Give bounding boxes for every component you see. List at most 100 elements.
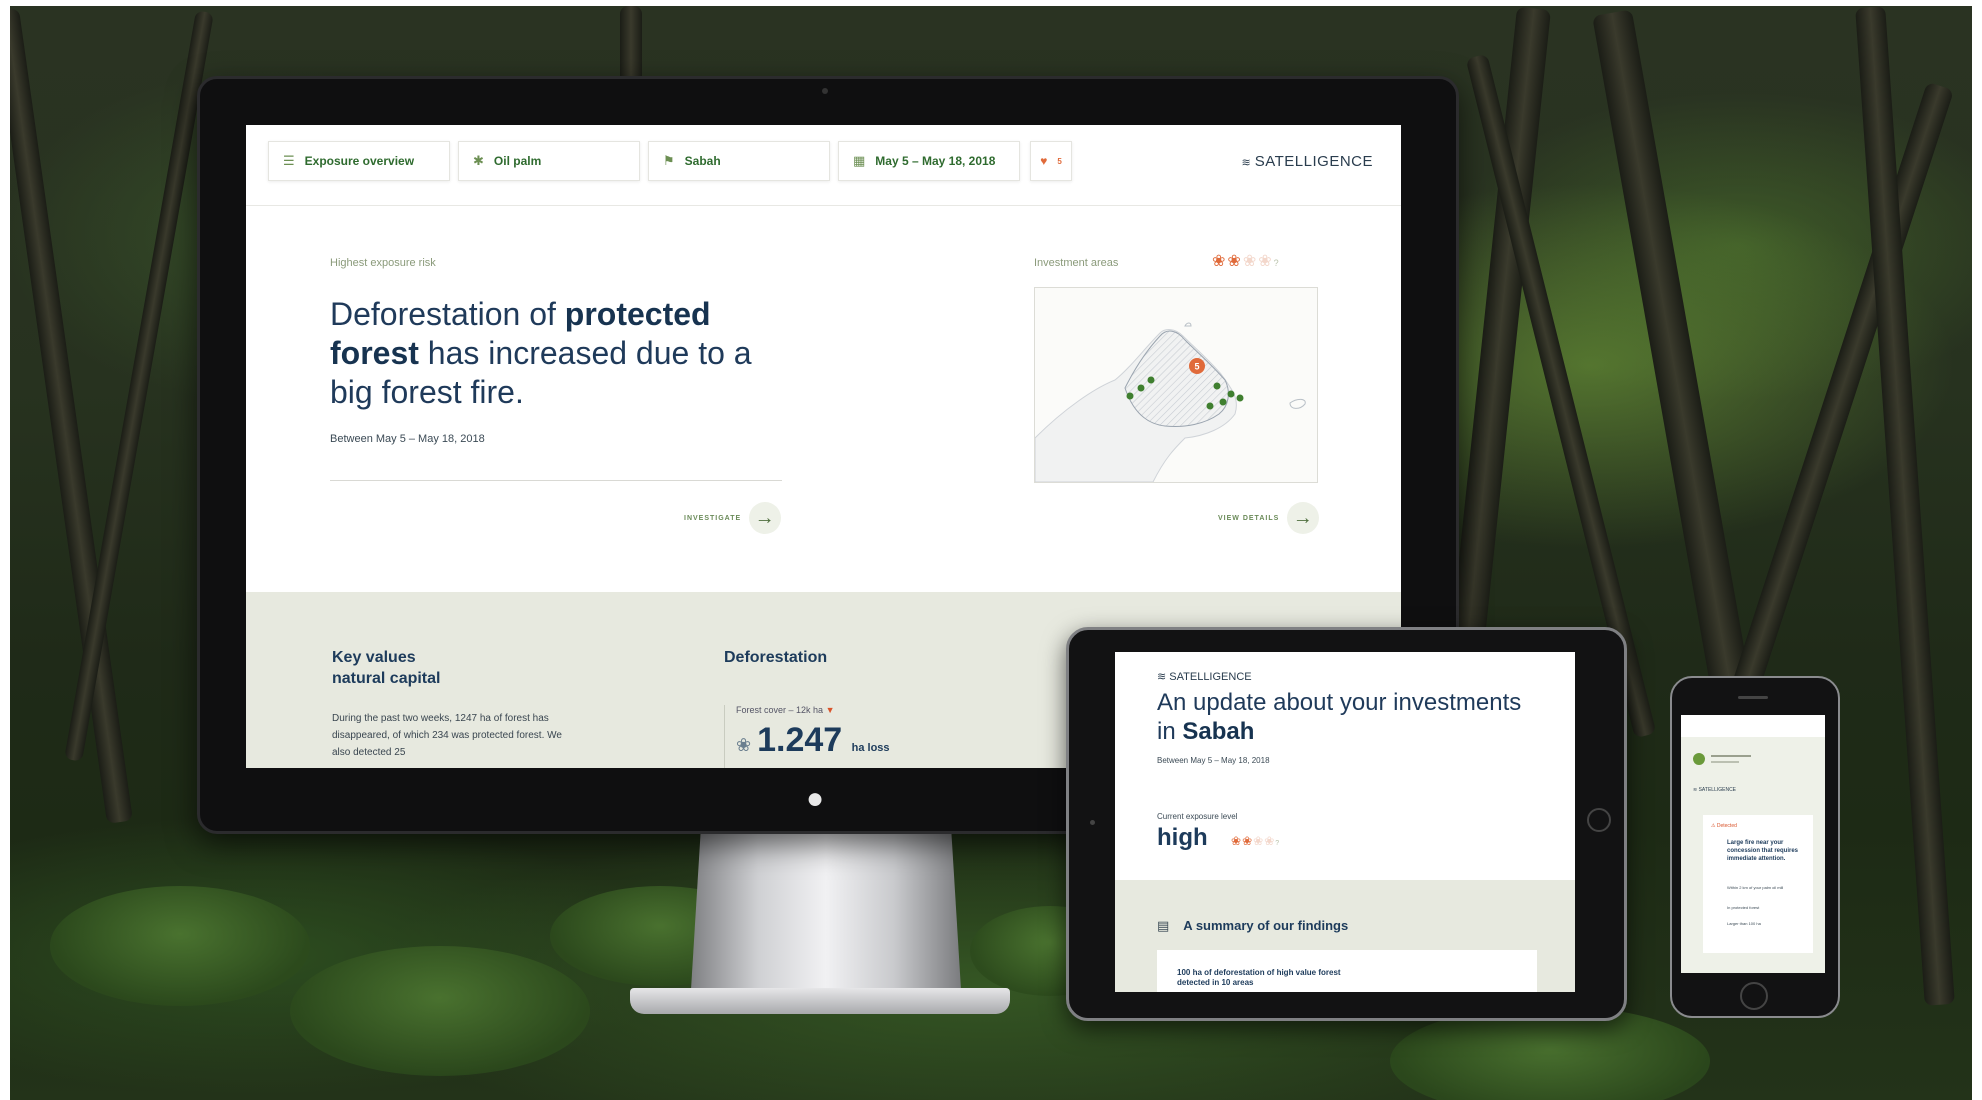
island [1184, 322, 1192, 327]
brand-logo: ≋ SATELLIGENCE [1157, 670, 1252, 683]
moss-mound [290, 946, 590, 1076]
alert-detail: Larger than 100 ha [1727, 921, 1761, 926]
apple-logo-icon: ● [806, 782, 825, 815]
deforestation-title: Deforestation [724, 649, 828, 666]
investigate-label: INVESTIGATE [684, 514, 742, 522]
alert-detail: In protected forest [1727, 905, 1760, 910]
down-arrow-icon: ▼ [825, 705, 835, 715]
alert-cluster-count: 5 [1194, 362, 1199, 372]
view-selector[interactable]: ☰ Exposure overview [268, 141, 450, 181]
key-values-title-line: natural capital [332, 670, 441, 687]
leaf-icon: ❀ [1264, 834, 1276, 848]
loss-unit: ha loss [851, 742, 890, 754]
palm-icon: ✱ [473, 153, 484, 168]
tablet-title: An update about your investments in Saba… [1157, 688, 1537, 746]
region-selector-label: Sabah [684, 154, 721, 168]
tablet-date: Between May 5 – May 18, 2018 [1157, 756, 1270, 765]
view-selector-label: Exposure overview [304, 154, 415, 168]
monitor-base [630, 988, 1010, 1014]
alert-label-text: Detected [1716, 823, 1737, 829]
region-selector[interactable]: ⚑ Sabah [648, 141, 830, 181]
camera-dot [1090, 820, 1095, 825]
tree-trunk [10, 8, 133, 824]
plantation-dot [1219, 398, 1227, 406]
phone-speaker [1738, 696, 1768, 699]
key-values-text: During the past two weeks, 1247 ha of fo… [332, 713, 562, 758]
help-icon[interactable]: ? [1275, 840, 1280, 847]
hero-kicker: Highest exposure risk [330, 257, 436, 269]
title-emphasis: Sabah [1182, 718, 1255, 745]
headline-text: Deforestation of [330, 296, 565, 332]
arrow-right-icon: → [749, 502, 782, 534]
brand-name: SATELLIGENCE [1254, 153, 1373, 170]
sabah-region [1124, 330, 1229, 427]
avatar [1693, 753, 1705, 765]
investment-areas-kicker: Investment areas [1034, 257, 1119, 269]
commodity-selector[interactable]: ✱ Oil palm [458, 141, 640, 181]
sender-line [1711, 761, 1739, 763]
view-details-label: VIEW DETAILS [1218, 514, 1280, 522]
brand-logo: ≋ SATELLIGENCE [1693, 787, 1736, 793]
phone-screen: ≋ SATELLIGENCE ⚠ Detected Large fire nea… [1681, 715, 1825, 973]
date-range-label: May 5 – May 18, 2018 [875, 154, 996, 168]
moss-mound [50, 886, 310, 1006]
leaf-icon: ❀ [1231, 834, 1243, 848]
date-range-selector[interactable]: ▦ May 5 – May 18, 2018 [838, 141, 1020, 181]
menu-icon: ☰ [283, 153, 295, 168]
leaf-icon: ❀ [1242, 253, 1259, 270]
arrow-right-icon: → [1287, 502, 1320, 534]
flag-icon: ⚑ [663, 153, 675, 168]
alerts-button[interactable]: ♥ 5 [1030, 141, 1072, 181]
home-button [1587, 808, 1611, 832]
leaf-icon: ❀ [1242, 834, 1254, 848]
home-button [1740, 982, 1768, 1010]
leaf-icon: ❀ [1227, 253, 1243, 270]
alert-detail: Within 2 km of your palm oil mill [1727, 885, 1784, 890]
plantation-dot [1147, 376, 1155, 384]
top-navigation-bar: ☰ Exposure overview ✱ Oil palm ⚑ Sabah ▦… [246, 125, 1401, 206]
help-icon[interactable]: ? [1274, 258, 1281, 268]
plantation-dot [1213, 382, 1221, 390]
investigate-button[interactable]: INVESTIGATE → [684, 502, 782, 534]
monitor-stand [690, 828, 962, 1006]
exposure-leaf-rating: ❀❀❀❀? [1231, 834, 1280, 848]
finding-text: 100 ha of deforestation of high value fo… [1177, 968, 1341, 987]
plantation-dot [1126, 392, 1134, 400]
leaf-icon: ❀ [1253, 834, 1265, 848]
key-values-title-line: Key values [332, 649, 416, 666]
tree-trunk [64, 10, 214, 762]
loss-metric: ❀ 1.247 ha loss [736, 721, 890, 760]
brand-logo: ≋ SATELLIGENCE [1241, 153, 1373, 170]
exposure-leaf-rating: ❀❀❀❀? [1212, 251, 1281, 271]
forest-cover-caption: Forest cover – 12k ha ▼ [736, 705, 834, 715]
phone-notification-bar [1681, 715, 1825, 737]
document-icon: ▤ [1157, 918, 1170, 933]
forest-cover-label: Forest cover – 12k ha [736, 705, 824, 715]
findings-heading: ▤ A summary of our findings [1157, 918, 1348, 934]
calendar-icon: ▦ [853, 153, 866, 168]
satellite-icon: ≋ [1241, 157, 1255, 169]
commodity-selector-label: Oil palm [493, 154, 542, 168]
camera-dot [822, 88, 828, 94]
loss-value: 1.247 [757, 721, 843, 759]
view-details-button[interactable]: VIEW DETAILS → [1218, 502, 1320, 534]
hero-date-range: Between May 5 – May 18, 2018 [330, 433, 485, 445]
leaf-icon: ❀ [1212, 253, 1228, 270]
alert-card[interactable] [1703, 815, 1813, 953]
investment-map[interactable]: 5 [1034, 287, 1318, 483]
alert-label: ⚠ Detected [1711, 823, 1737, 829]
plantation-dot [1236, 394, 1244, 402]
findings-title: A summary of our findings [1183, 918, 1349, 933]
exposure-caption: Current exposure level [1157, 812, 1238, 821]
key-values-title: Key values natural capital [332, 647, 440, 689]
plantation-dot [1227, 390, 1235, 398]
plantation-dot [1137, 384, 1145, 392]
hero-headline: Deforestation of protected forest has in… [330, 295, 770, 412]
plantation-dot [1206, 402, 1214, 410]
tablet-screen: ≋ SATELLIGENCE An update about your inve… [1115, 652, 1575, 992]
divider [724, 705, 725, 768]
alert-title: Large fire near your concession that req… [1727, 840, 1799, 862]
satellite-icon: ≋ [1157, 671, 1170, 683]
alert-count-badge: 5 [1057, 156, 1062, 166]
divider [330, 480, 782, 481]
